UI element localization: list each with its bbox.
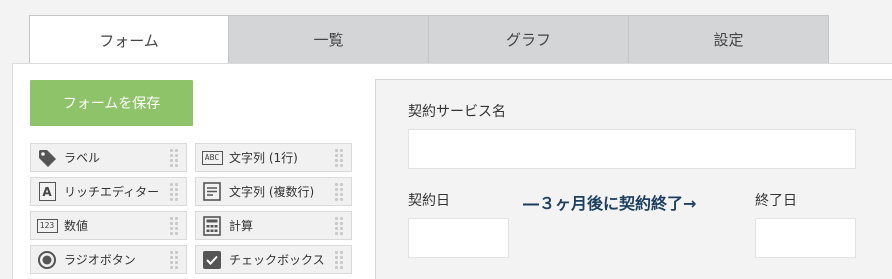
palette-item-text: 文字列 (複数行) <box>229 185 315 199</box>
number-icon: 123 <box>36 215 58 237</box>
palette-item-calculation[interactable]: 計算 <box>195 211 352 240</box>
drag-handle-icon[interactable] <box>335 215 345 237</box>
palette-item-text: リッチエディター <box>64 185 160 199</box>
palette-item-multi-line-text[interactable]: 文字列 (複数行) <box>195 177 352 206</box>
checkbox-icon <box>201 249 223 271</box>
palette-item-text: 文字列 (1行) <box>229 151 298 165</box>
tab-list[interactable]: 一覧 <box>229 15 429 64</box>
palette-item-number[interactable]: 123 数値 <box>30 211 187 240</box>
end-date-label: 終了日 <box>755 193 797 209</box>
drag-handle-icon[interactable] <box>170 147 180 169</box>
contract-date-label: 契約日 <box>408 193 450 209</box>
end-date-input[interactable] <box>755 218 856 258</box>
service-name-label: 契約サービス名 <box>408 104 506 120</box>
tab-settings[interactable]: 設定 <box>629 15 829 64</box>
contract-date-input[interactable] <box>408 218 509 258</box>
palette-item-single-line-text[interactable]: ABC 文字列 (1行) <box>195 143 352 172</box>
palette-item-radio-button[interactable]: ラジオボタン <box>30 245 187 274</box>
palette-item-text: チェックボックス <box>229 253 325 267</box>
palette-item-text: 計算 <box>229 219 254 233</box>
palette-item-text: ラベル <box>64 151 101 165</box>
abc-text-icon: ABC <box>201 147 223 169</box>
calculator-icon <box>201 215 223 237</box>
palette-item-text: ラジオボタン <box>64 253 136 267</box>
multiline-text-icon <box>201 181 223 203</box>
service-name-input[interactable] <box>408 129 856 169</box>
drag-handle-icon[interactable] <box>335 147 345 169</box>
contract-end-note: ―３ヶ月後に契約終了→ <box>523 194 697 213</box>
tab-settings-label: 設定 <box>713 31 744 49</box>
tag-icon <box>36 147 58 169</box>
drag-handle-icon[interactable] <box>335 181 345 203</box>
tab-graph-label: グラフ <box>505 31 551 49</box>
tab-list-label: 一覧 <box>313 31 344 49</box>
tab-bar: フォーム 一覧 グラフ 設定 <box>29 15 829 65</box>
palette-item-label[interactable]: ラベル <box>30 143 187 172</box>
save-form-button-label: フォームを保存 <box>62 96 161 112</box>
save-form-button[interactable]: フォームを保存 <box>30 80 193 126</box>
tab-graph[interactable]: グラフ <box>429 15 629 64</box>
rich-editor-icon: A <box>36 181 58 203</box>
drag-handle-icon[interactable] <box>170 249 180 271</box>
drag-handle-icon[interactable] <box>335 249 345 271</box>
drag-handle-icon[interactable] <box>170 215 180 237</box>
radio-button-icon <box>36 249 58 271</box>
palette-item-text: 数値 <box>64 219 89 233</box>
tab-form-label: フォーム <box>99 31 159 50</box>
tab-form[interactable]: フォーム <box>29 15 229 65</box>
drag-handle-icon[interactable] <box>170 181 180 203</box>
palette-item-rich-editor[interactable]: A リッチエディター <box>30 177 187 206</box>
palette-item-checkbox[interactable]: チェックボックス <box>195 245 352 274</box>
